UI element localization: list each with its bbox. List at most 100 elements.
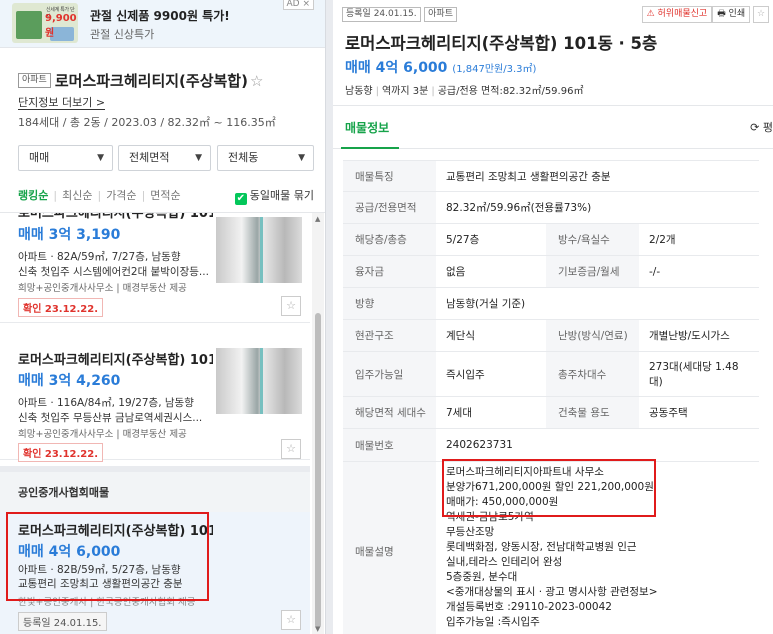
row-key: 입주가능일 <box>343 351 436 397</box>
row-value: 즉시입주 <box>436 351 546 397</box>
row-key: 총주차대수 <box>546 351 639 397</box>
favorite-star-icon[interactable]: ☆ <box>281 610 301 630</box>
sort-ranking[interactable]: 랭킹순 <box>18 187 48 203</box>
complex-type-badge: 아파트 <box>18 73 51 88</box>
product-box-icon <box>16 11 42 39</box>
summary-station: 역까지 3분 <box>381 86 429 97</box>
listing-desc: 신축 첫입주 무등산뷰 금남로역세권시스... <box>18 412 203 424</box>
complex-name: 로머스파크헤리티지(주상복합) <box>54 72 248 90</box>
detail-price-value: 매매 4억 6,000 <box>345 60 448 76</box>
desc-line: 개설등록번호 :29110-2023-00042 <box>446 601 612 613</box>
scrollbar-thumb[interactable] <box>315 313 321 628</box>
row-value: 82.32㎡/59.96㎡(전용률73%) <box>436 191 759 224</box>
listing-price: 매매 3억 4,260 <box>18 373 121 389</box>
row-key: 해당층/총층 <box>343 223 436 256</box>
report-fake-button[interactable]: ⚠ 허위매물신고 <box>641 6 713 23</box>
summary-divider: | <box>375 86 379 97</box>
complex-summary: 184세대 / 총 2동 / 2023.03 / 82.32㎡ ~ 116.35… <box>18 116 276 129</box>
listing-panel: 신세계 특가 단지 9,900원 관절 신제품 9900원 특가! 관절 신상특… <box>0 0 326 634</box>
group-same-listings-toggle[interactable]: ✔ 동일매물 묶기 <box>234 187 314 205</box>
ad-subtitle: 관절 신상특가 <box>90 28 155 41</box>
scroll-up-icon[interactable]: ▲ <box>315 215 320 223</box>
group-same-listings-label: 동일매물 묶기 <box>249 189 314 202</box>
table-row: 융자금 없음 기보증금/월세 -/- <box>343 255 759 288</box>
summary-direction: 남동향 <box>345 86 373 97</box>
chevron-down-icon: ▼ <box>298 153 305 163</box>
row-key: 매물특징 <box>343 160 436 192</box>
favorite-star-icon[interactable]: ☆ <box>753 6 769 23</box>
row-value: 5/27층 <box>436 223 546 256</box>
favorite-star-icon[interactable]: ☆ <box>281 439 301 459</box>
listing-item[interactable]: 로머스파크헤리티지(주상복합) 101동 매매 3억 4,260 아파트 · 1… <box>0 335 310 462</box>
row-key: 융자금 <box>343 255 436 288</box>
ad-banner[interactable]: 신세계 특가 단지 9,900원 관절 신제품 9900원 특가! 관절 신상특… <box>0 0 325 48</box>
section-header: 공인중개사협회매물 <box>0 466 310 512</box>
listing-title: 로머스파크헤리티지(주상복합) 101동 <box>18 212 213 221</box>
chevron-down-icon: ▼ <box>97 153 104 163</box>
table-row: 공급/전용면적 82.32㎡/59.96㎡(전용률73%) <box>343 191 759 224</box>
sort-area[interactable]: 면적순 <box>150 187 180 203</box>
list-scrollbar[interactable]: ▲ ▼ <box>312 213 324 634</box>
table-row: 현관구조 계단식 난방(방식/연료) 개별난방/도시가스 <box>343 319 759 352</box>
desc-line: 입주가능일 :즉시입주 <box>446 616 540 628</box>
row-key: 방수/욕실수 <box>546 223 639 256</box>
listing-photo[interactable] <box>216 217 302 283</box>
registered-date-badge: 등록일 24.01.15. <box>342 7 421 22</box>
favorite-star-icon[interactable]: ☆ <box>281 296 301 316</box>
detail-price: 매매 4억 6,000 (1,847만원/3.3㎡) <box>345 57 536 77</box>
trade-type-select[interactable]: 매매 ▼ <box>18 145 113 171</box>
listing-agent: 희망+공인중개사사무소 | 매경부동산 제공 <box>18 283 187 294</box>
ad-title[interactable]: 관절 신제품 9900원 특가! <box>90 7 230 24</box>
section-title: 공인중개사협회매물 <box>18 486 110 499</box>
ad-thumb-price: 9,900원 <box>45 13 77 39</box>
row-value: 공동주택 <box>639 396 759 429</box>
building-select[interactable]: 전체동 ▼ <box>217 145 314 171</box>
highlight-box <box>442 459 656 517</box>
price-per-area: (1,847만원/3.3㎡) <box>452 64 537 75</box>
row-key: 현관구조 <box>343 319 436 352</box>
listing-photo[interactable] <box>216 348 302 414</box>
ad-thumbnail: 신세계 특가 단지 9,900원 <box>12 3 78 43</box>
sort-latest[interactable]: 최신순 <box>62 187 92 203</box>
filter-bar: 매매 ▼ 전체면적 ▼ 전체동 ▼ <box>18 145 314 171</box>
summary-divider: | <box>431 86 435 97</box>
row-value: 없음 <box>436 255 546 288</box>
listing-desc: 신축 첫입주 시스템에어컨2대 붙박이장등... <box>18 266 209 278</box>
table-row: 매물특징 교통편리 조망최고 생활편의공간 충분 <box>343 160 759 192</box>
detail-summary: 남동향 | 역까지 3분 | 공급/전용 면적:82.32㎡/59.96㎡ <box>345 82 583 97</box>
row-value: -/- <box>639 255 759 288</box>
row-key: 기보증금/월세 <box>546 255 639 288</box>
tab-listing-info[interactable]: 매물정보 <box>345 119 389 136</box>
confirm-badge: 확인 23.12.22. <box>18 298 104 317</box>
favorite-star-icon[interactable]: ☆ <box>250 72 263 90</box>
trade-type-label: 매매 <box>29 151 50 164</box>
row-value: 273대(세대당 1.48대) <box>639 351 759 397</box>
listing-agent: 희망+공인중개사사무소 | 매경부동산 제공 <box>18 429 187 440</box>
listing-list[interactable]: 로머스파크헤리티지(주상복합) 101동 매매 3억 3,190 아파트 · 8… <box>0 212 325 634</box>
complex-info-link[interactable]: 단지정보 더보기 > <box>18 96 106 110</box>
listing-spec: 아파트 · 116A/84㎡, 19/27층, 남동향 <box>18 397 194 409</box>
row-key: 건축물 용도 <box>546 396 639 429</box>
listing-spec: 아파트 · 82A/59㎡, 7/27층, 남동향 <box>18 251 181 263</box>
row-value: 2/2개 <box>639 223 759 256</box>
property-type-badge: 아파트 <box>424 7 457 22</box>
sort-price[interactable]: 가격순 <box>106 187 136 203</box>
print-button[interactable]: 🖶 인쇄 <box>712 6 751 23</box>
ad-close-tag[interactable]: AD × <box>282 0 314 10</box>
row-value: 남동향(거실 기준) <box>436 287 759 320</box>
scroll-down-icon[interactable]: ▼ <box>315 625 320 633</box>
row-key: 해당면적 세대수 <box>343 396 436 429</box>
detail-panel: 등록일 24.01.15. 아파트 ⚠ 허위매물신고 🖶 인쇄 ☆ 로머스파크헤리… <box>333 0 773 634</box>
listing-item[interactable]: 로머스파크헤리티지(주상복합) 101동 매매 3억 3,190 아파트 · 8… <box>0 212 310 323</box>
unit-toggle-button[interactable]: ⟳ 평 <box>750 119 773 135</box>
detail-tabs: 매물정보 ⟳ 평 <box>333 105 773 149</box>
sort-divider: | <box>97 189 102 202</box>
desc-line: <중개대상물의 표시 · 광고 명시사항 관련정보> <box>446 586 658 598</box>
listing-number: 2402623731 <box>436 428 759 462</box>
table-row: 입주가능일 즉시입주 총주차대수 273대(세대당 1.48대) <box>343 351 759 397</box>
table-row: 해당층/총층 5/27층 방수/욕실수 2/2개 <box>343 223 759 256</box>
detail-title: 로머스파크헤리티지(주상복합) 101동 · 5층 <box>345 34 658 53</box>
row-key: 공급/전용면적 <box>343 191 436 224</box>
sort-bar: 랭킹순 | 최신순 | 가격순 | 면적순 ✔ 동일매물 묶기 <box>18 187 318 205</box>
area-select[interactable]: 전체면적 ▼ <box>118 145 211 171</box>
